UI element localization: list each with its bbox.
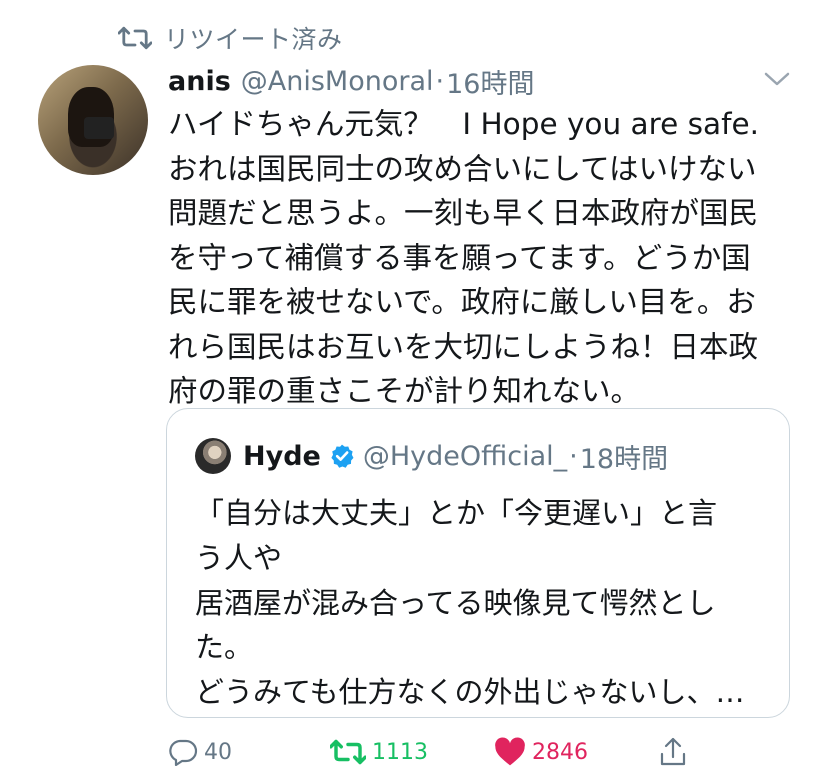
heart-icon — [495, 737, 525, 766]
quoted-text-line: 「自分は大丈夫」とか「今更遅い」と言 — [195, 496, 718, 530]
tweet-text-line: 府の罪の重さこそが計り知れない。 — [168, 374, 641, 408]
share-button[interactable] — [658, 734, 688, 770]
tweet-text: ハイドちゃん元気？ I Hope you are safe. おれは国民同士の攻… — [168, 102, 808, 414]
quoted-text-line: た。 — [195, 630, 254, 665]
retweet-context: リツイート済み — [118, 18, 343, 58]
retweet-icon — [118, 26, 152, 50]
display-name[interactable]: anis — [168, 66, 231, 97]
tweet-text-line: れら国民はお互いを大切にしようね！日本政 — [168, 329, 759, 364]
retweet-count: 1113 — [372, 739, 428, 765]
quoted-avatar — [195, 438, 231, 474]
tweet-text-line: 民に罪を被せないで。政府に厳しい目を。お — [168, 285, 756, 319]
action-bar: 40 1113 2846 — [0, 728, 827, 776]
quoted-user-handle: @HydeOfficial_ — [362, 440, 568, 472]
retweet-label: リツイート済み — [164, 25, 343, 54]
retweet-button[interactable]: 1113 — [330, 734, 428, 770]
quoted-tweet-card[interactable]: Hyde @HydeOfficial_ · 18時間 「自分は大丈夫」とか「今更… — [166, 408, 790, 718]
timestamp[interactable]: 16時間 — [446, 62, 534, 101]
reply-button[interactable]: 40 — [168, 734, 232, 770]
reply-count: 40 — [204, 739, 232, 765]
like-count: 2846 — [532, 739, 588, 765]
retweet-icon — [330, 739, 366, 765]
quoted-separator-dot: · — [569, 440, 578, 472]
quoted-text-line: どうみても仕方なくの外出じゃないし、… — [195, 675, 745, 710]
tweet-text-line: おれは国民同士の攻め合いにしてはいけない — [168, 151, 757, 186]
quoted-display-name: Hyde — [243, 440, 321, 472]
user-handle[interactable]: @AnisMonoral — [241, 66, 434, 97]
chevron-down-icon[interactable] — [760, 64, 794, 94]
tweet-text-line: ハイドちゃん元気？ I Hope you are safe. — [168, 107, 759, 141]
quoted-tweet-text: 「自分は大丈夫」とか「今更遅い」と言 う人や 居酒屋が混み合ってる映像見て愕然と… — [195, 491, 775, 715]
avatar[interactable] — [38, 65, 148, 175]
tweet-header: anis @AnisMonoral · 16時間 — [168, 60, 534, 102]
reply-icon — [169, 739, 198, 766]
quoted-text-line: 居酒屋が混み合ってる映像見て愕然とし — [195, 585, 716, 620]
like-button[interactable]: 2846 — [494, 734, 588, 770]
separator-dot: · — [435, 65, 445, 97]
tweet-text-line: 問題だと思うよ。一刻も早く日本政府が国民 — [168, 196, 759, 230]
quoted-text-line: う人や — [195, 540, 283, 575]
quoted-timestamp: 18時間 — [579, 443, 669, 475]
quoted-tweet-header: Hyde @HydeOfficial_ · 18時間 — [195, 437, 668, 475]
share-icon — [660, 737, 686, 766]
verified-badge-icon — [331, 444, 354, 468]
tweet-text-line: を守って補償する事を願ってます。どうか国 — [168, 240, 751, 275]
